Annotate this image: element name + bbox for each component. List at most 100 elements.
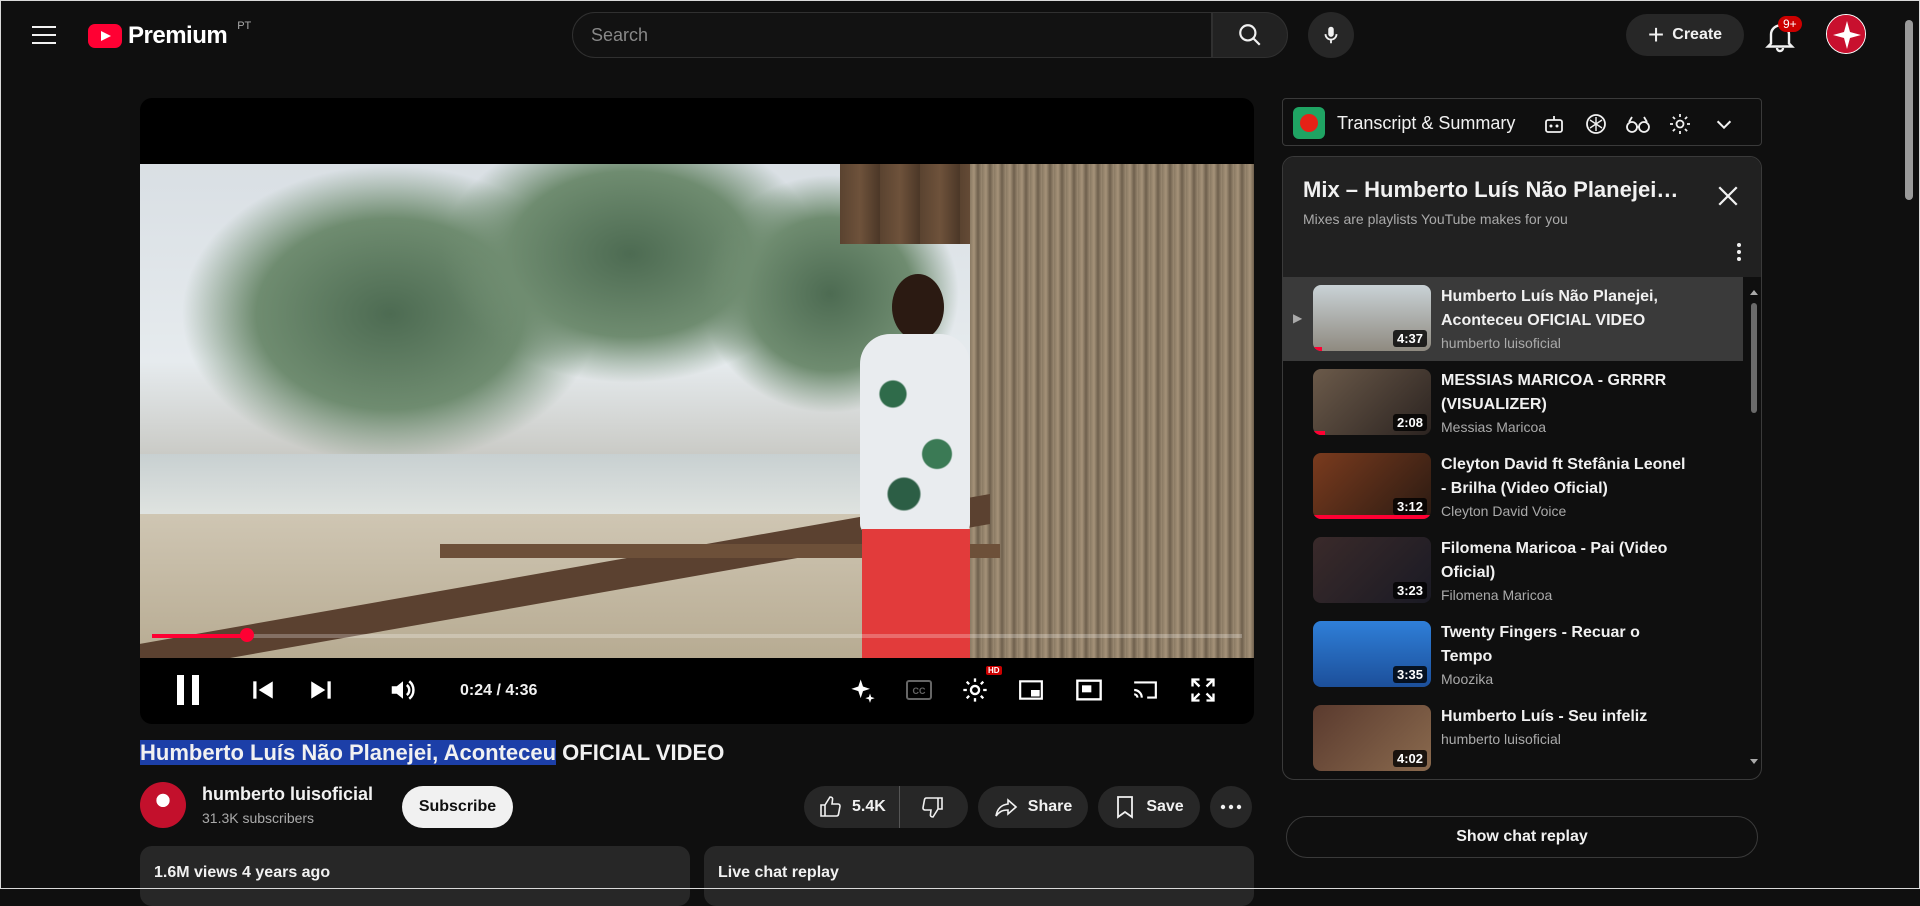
playlist-item-text[interactable]: Filomena Maricoa - Pai (Video Oficial) Fi… bbox=[1441, 537, 1691, 603]
playlist-video-channel: Filomena Maricoa bbox=[1441, 587, 1553, 603]
description-card[interactable]: 1.6M views 4 years ago bbox=[140, 846, 690, 906]
playlist-item[interactable]: 2:08 MESSIAS MARICOA - GRRRR (VISUALIZER)… bbox=[1283, 361, 1743, 445]
pause-button[interactable] bbox=[170, 670, 206, 710]
sparkle-icon bbox=[851, 679, 875, 703]
watch-progress bbox=[1313, 515, 1431, 519]
playlist-scroll-thumb[interactable] bbox=[1751, 303, 1757, 413]
playlist-video-title[interactable]: MESSIAS MARICOA - GRRRR (VISUALIZER) bbox=[1441, 369, 1691, 417]
search-input[interactable] bbox=[573, 13, 1211, 57]
playlist-items: ▶ 4:37 Humberto Luís Não Planejei, Acontec… bbox=[1283, 277, 1743, 779]
robot-icon bbox=[1545, 116, 1563, 133]
subscribe-button[interactable]: Subscribe bbox=[402, 786, 513, 828]
video-thumbnail[interactable]: 2:08 bbox=[1313, 369, 1431, 435]
openai-icon bbox=[1586, 114, 1606, 134]
video-duration: 4:37 bbox=[1392, 330, 1427, 347]
playlist-video-title[interactable]: Humberto Luís - Seu infeliz bbox=[1441, 705, 1691, 729]
dislike-button[interactable] bbox=[900, 786, 966, 828]
playlist-title[interactable]: Mix – Humberto Luís Não Planejei, Aconte… bbox=[1303, 177, 1683, 203]
previous-icon bbox=[253, 681, 273, 699]
show-chat-replay-button[interactable]: Show chat replay bbox=[1286, 816, 1758, 858]
close-playlist-button[interactable] bbox=[1713, 181, 1743, 211]
playlist-scrollbar[interactable] bbox=[1749, 287, 1759, 767]
expand-button[interactable] bbox=[1711, 111, 1737, 137]
create-button[interactable]: + Create bbox=[1626, 14, 1744, 56]
video-title: Humberto Luís Não Planejei, Aconteceu OF… bbox=[140, 740, 724, 766]
next-button[interactable] bbox=[306, 670, 336, 710]
close-icon bbox=[1718, 186, 1738, 206]
glasses-button[interactable] bbox=[1625, 111, 1651, 137]
transcript-settings-button[interactable] bbox=[1667, 111, 1693, 137]
playlist-video-channel: Messias Maricoa bbox=[1441, 419, 1547, 435]
live-chat-label: Live chat replay bbox=[718, 864, 839, 881]
voice-search-button[interactable] bbox=[1308, 12, 1354, 58]
playlist-item-text[interactable]: MESSIAS MARICOA - GRRRR (VISUALIZER) Mess… bbox=[1441, 369, 1691, 435]
save-label: Save bbox=[1146, 798, 1184, 815]
page-scroll-thumb[interactable] bbox=[1905, 20, 1913, 200]
robot-button[interactable] bbox=[1541, 111, 1567, 137]
playlist-item-text[interactable]: Humberto Luís Não Planejei, Aconteceu OF… bbox=[1441, 285, 1691, 351]
scrubber-handle[interactable] bbox=[239, 628, 254, 642]
live-chat-card[interactable]: Live chat replay bbox=[704, 846, 1254, 906]
top-bar: Premium PT + Create 9+ bbox=[0, 0, 1900, 70]
playlist-item[interactable]: ▶ 4:37 Humberto Luís Não Planejei, Acontec… bbox=[1283, 277, 1743, 361]
playlist-menu-button[interactable] bbox=[1729, 241, 1749, 263]
video-title-rest: OFICIAL VIDEO bbox=[556, 740, 725, 765]
playlist-item[interactable]: 3:35 Twenty Fingers - Recuar o Tempo Moozi… bbox=[1283, 613, 1743, 697]
chatgpt-button[interactable] bbox=[1583, 111, 1609, 137]
settings-button[interactable] bbox=[958, 670, 992, 710]
previous-button[interactable] bbox=[248, 670, 278, 710]
fullscreen-button[interactable] bbox=[1186, 670, 1220, 710]
playlist-item[interactable]: 3:12 Cleyton David ft Stefânia Leonel - B… bbox=[1283, 445, 1743, 529]
progress-bar[interactable] bbox=[152, 628, 1242, 642]
progress-played bbox=[152, 634, 247, 638]
miniplayer-button[interactable] bbox=[1014, 670, 1048, 710]
youtube-premium-logo[interactable]: Premium PT bbox=[88, 20, 251, 50]
playlist-video-title[interactable]: Twenty Fingers - Recuar o Tempo bbox=[1441, 621, 1691, 669]
gear-icon bbox=[963, 678, 987, 702]
account-avatar[interactable] bbox=[1826, 14, 1866, 54]
plus-icon: + bbox=[1647, 19, 1665, 50]
page-scrollbar[interactable] bbox=[1900, 0, 1918, 887]
playlist-item[interactable]: 4:02 Humberto Luís - Seu infeliz humberto … bbox=[1283, 697, 1743, 779]
video-thumbnail[interactable]: 4:02 bbox=[1313, 705, 1431, 771]
video-duration: 3:23 bbox=[1392, 582, 1427, 599]
volume-icon bbox=[391, 680, 415, 700]
playlist-item-text[interactable]: Cleyton David ft Stefânia Leonel - Brilh… bbox=[1441, 453, 1691, 519]
channel-name[interactable]: humberto luisoficial bbox=[202, 784, 373, 805]
playlist-video-title[interactable]: Filomena Maricoa - Pai (Video Oficial) bbox=[1441, 537, 1691, 585]
volume-button[interactable] bbox=[386, 670, 420, 710]
share-button[interactable]: Share bbox=[978, 786, 1088, 828]
like-button[interactable]: 5.4K bbox=[804, 786, 900, 828]
hd-badge: HD bbox=[986, 666, 1002, 675]
video-player[interactable]: 0:24 / 4:36 CC HD bbox=[140, 98, 1254, 724]
ai-sparkle-button[interactable] bbox=[846, 670, 880, 710]
video-thumbnail[interactable]: 4:37 bbox=[1313, 285, 1431, 351]
transcript-extension-logo[interactable] bbox=[1293, 107, 1325, 139]
video-title-highlighted: Humberto Luís Não Planejei, Aconteceu bbox=[140, 740, 557, 765]
search-button[interactable] bbox=[1212, 12, 1288, 58]
menu-icon[interactable] bbox=[28, 20, 62, 50]
transcript-title[interactable]: Transcript & Summary bbox=[1337, 113, 1515, 134]
playlist-video-title[interactable]: Cleyton David ft Stefânia Leonel - Brilh… bbox=[1441, 453, 1691, 501]
video-thumbnail[interactable]: 3:12 bbox=[1313, 453, 1431, 519]
like-count: 5.4K bbox=[852, 798, 886, 815]
playlist-video-title[interactable]: Humberto Luís Não Planejei, Aconteceu OF… bbox=[1441, 285, 1691, 333]
cast-button[interactable] bbox=[1128, 670, 1162, 710]
more-actions-button[interactable] bbox=[1210, 786, 1252, 828]
video-thumbnail[interactable]: 3:23 bbox=[1313, 537, 1431, 603]
transcript-summary-bar: Transcript & Summary bbox=[1282, 98, 1762, 146]
miniplayer-icon bbox=[1019, 680, 1043, 700]
microphone-icon bbox=[1324, 26, 1338, 44]
next-icon bbox=[311, 681, 331, 699]
video-thumbnail[interactable]: 3:35 bbox=[1313, 621, 1431, 687]
glasses-icon bbox=[1626, 116, 1650, 133]
watch-progress bbox=[1313, 431, 1325, 435]
save-button[interactable]: Save bbox=[1098, 786, 1200, 828]
playlist-item-text[interactable]: Humberto Luís - Seu infeliz humberto luis… bbox=[1441, 705, 1691, 747]
theater-mode-button[interactable] bbox=[1072, 670, 1106, 710]
playlist-item[interactable]: 3:23 Filomena Maricoa - Pai (Video Oficia… bbox=[1283, 529, 1743, 613]
playlist-item-text[interactable]: Twenty Fingers - Recuar o Tempo Moozika bbox=[1441, 621, 1691, 687]
views-and-date: 1.6M views 4 years ago bbox=[154, 864, 331, 881]
captions-button[interactable]: CC bbox=[902, 670, 936, 710]
channel-avatar[interactable] bbox=[140, 782, 186, 828]
